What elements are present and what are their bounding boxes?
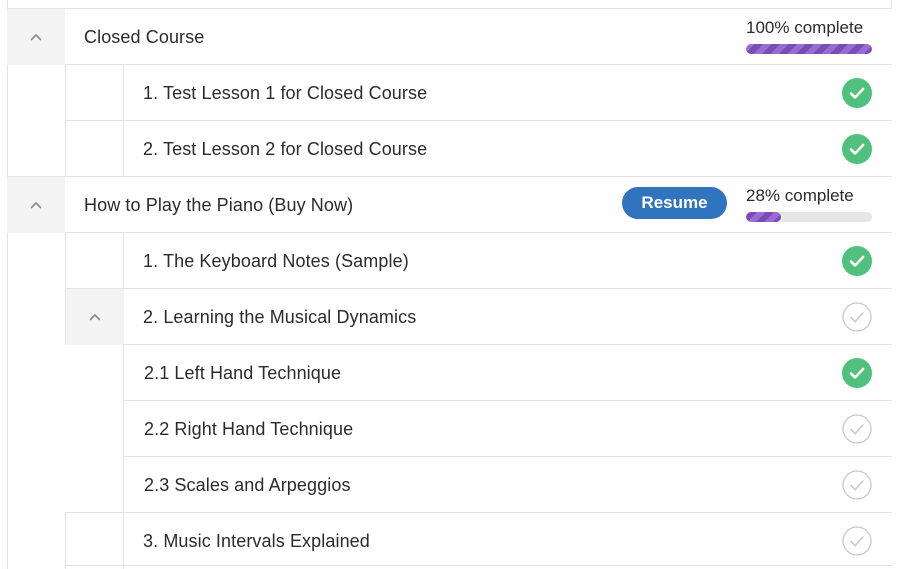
indent-spacer (66, 65, 124, 121)
chevron-up-icon (30, 202, 42, 209)
check-circle-outline-icon[interactable] (842, 526, 872, 556)
progress-label: 100% complete (746, 18, 864, 37)
course-progress: 100% complete (746, 18, 872, 54)
topic-row-title[interactable]: 2.2 Right Hand Technique (144, 419, 353, 440)
lesson-row[interactable]: 1. The Keyboard Notes (Sample) (65, 232, 892, 289)
outline-bottom-border (65, 565, 892, 566)
expand-toggle[interactable] (7, 9, 65, 65)
topic-row-title[interactable]: 2.1 Left Hand Technique (144, 363, 341, 384)
lesson-row[interactable]: 1. Test Lesson 1 for Closed Course (65, 64, 892, 121)
progress-bar-fill (746, 212, 782, 222)
indent-spacer (66, 233, 124, 289)
lesson-row-title[interactable]: 1. Test Lesson 1 for Closed Course (143, 83, 427, 104)
progress-label: 28% complete (746, 186, 854, 205)
check-circle-outline-icon[interactable] (842, 470, 872, 500)
lesson-row-title[interactable]: 1. The Keyboard Notes (Sample) (143, 251, 409, 272)
check-circle-outline-icon[interactable] (842, 414, 872, 444)
check-circle-filled-icon[interactable] (842, 358, 872, 388)
resume-button[interactable]: Resume (622, 187, 727, 219)
outline-left-border (7, 0, 8, 569)
check-circle-outline-icon[interactable] (842, 302, 872, 332)
lesson-row-title[interactable]: 3. Music Intervals Explained (143, 531, 370, 552)
progress-bar-fill (746, 44, 872, 54)
chevron-up-icon (89, 314, 101, 321)
section-row[interactable]: How to Play the Piano (Buy Now) Resume 28%… (7, 176, 892, 233)
lesson-row[interactable]: 2. Learning the Musical Dynamics (65, 288, 892, 345)
topic-row[interactable]: 2.1 Left Hand Technique (123, 344, 892, 401)
chevron-up-icon (30, 34, 42, 41)
expand-toggle[interactable] (66, 289, 124, 345)
lesson-row-title[interactable]: 2. Test Lesson 2 for Closed Course (143, 139, 427, 160)
check-circle-filled-icon[interactable] (842, 134, 872, 164)
lesson-row-title[interactable]: 2. Learning the Musical Dynamics (143, 307, 416, 328)
indent-spacer (66, 513, 124, 569)
section-row-title[interactable]: Closed Course (84, 27, 204, 48)
course-progress: 28% complete (746, 186, 872, 222)
progress-bar (746, 44, 872, 54)
topic-row-title[interactable]: 2.3 Scales and Arpeggios (144, 475, 351, 496)
section-row-title[interactable]: How to Play the Piano (Buy Now) (84, 195, 353, 216)
lesson-row[interactable]: 2. Test Lesson 2 for Closed Course (65, 120, 892, 177)
expand-toggle[interactable] (7, 177, 65, 233)
section-row[interactable]: Closed Course 100% complete (7, 8, 892, 65)
lesson-row[interactable]: 3. Music Intervals Explained (65, 512, 892, 569)
check-circle-filled-icon[interactable] (842, 246, 872, 276)
topic-row[interactable]: 2.3 Scales and Arpeggios (123, 456, 892, 513)
topic-row[interactable]: 2.2 Right Hand Technique (123, 400, 892, 457)
check-circle-filled-icon[interactable] (842, 78, 872, 108)
progress-bar (746, 212, 872, 222)
indent-spacer (66, 121, 124, 177)
